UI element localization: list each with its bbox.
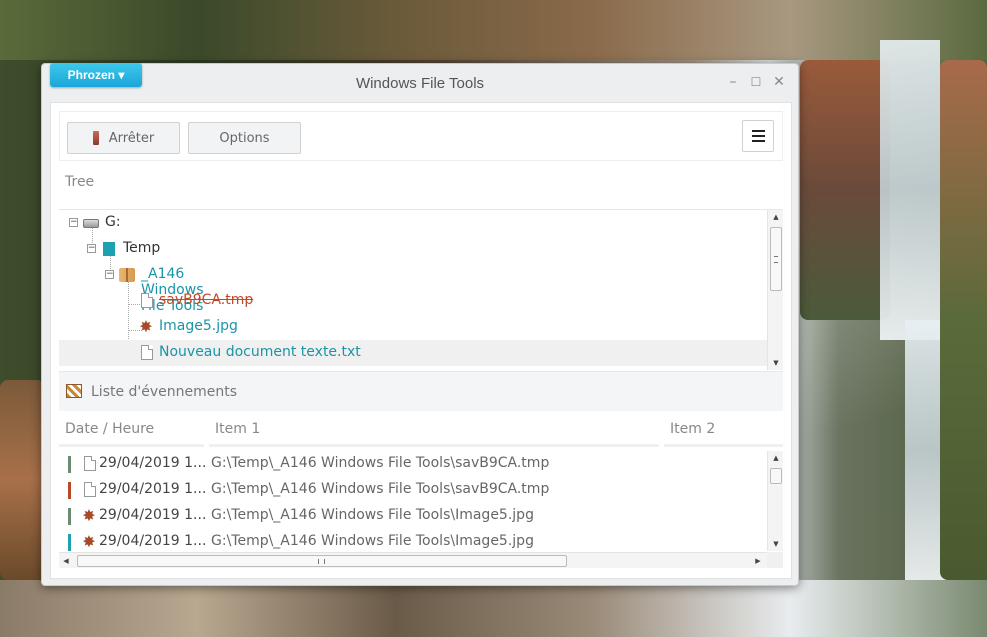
toolbar: Arrêter Options: [59, 111, 783, 161]
event-status-bar: [68, 508, 71, 525]
events-section-header: Liste d'évennements: [59, 371, 783, 411]
event-item1: G:\Temp\_A146 Windows File Tools\savB9CA…: [211, 455, 550, 471]
scroll-thumb[interactable]: [770, 468, 782, 484]
scrollbar-corner: [767, 552, 783, 568]
table-row[interactable]: ✸ 29/04/2019 1... G:\Temp\_A146 Windows …: [59, 503, 767, 529]
drive-icon: [83, 219, 99, 228]
stop-button-label: Arrêter: [108, 130, 155, 146]
event-date: 29/04/2019 1...: [99, 533, 207, 549]
collapse-icon[interactable]: −: [69, 218, 78, 227]
tree-vertical-scrollbar[interactable]: ▲ ▼: [767, 210, 783, 370]
tree-node-label: Temp: [123, 240, 161, 256]
image-icon: ✸: [82, 532, 96, 551]
image-icon: ✸: [139, 317, 153, 336]
tree-node-label: Image5.jpg: [159, 318, 238, 334]
tree-view[interactable]: − G: − Temp − _A146 Windows File Tools s…: [59, 209, 783, 371]
table-row[interactable]: 29/04/2019 1... G:\Temp\_A146 Windows Fi…: [59, 451, 767, 477]
tree-node-label: savB9CA.tmp: [159, 292, 254, 308]
hamburger-menu-button[interactable]: [742, 120, 774, 152]
maximize-button[interactable]: ☐: [748, 74, 764, 90]
event-item1: G:\Temp\_A146 Windows File Tools\Image5.…: [211, 507, 534, 523]
event-item1: G:\Temp\_A146 Windows File Tools\savB9CA…: [211, 481, 550, 497]
scroll-right-icon[interactable]: ▶: [751, 553, 765, 569]
events-vertical-scrollbar[interactable]: ▲ ▼: [767, 451, 783, 551]
file-icon: [84, 482, 96, 497]
phrozen-label: Phrozen ▾: [67, 68, 125, 82]
event-date: 29/04/2019 1...: [99, 455, 207, 471]
file-icon: [141, 345, 153, 360]
zip-folder-icon: [119, 268, 135, 282]
scroll-up-icon[interactable]: ▲: [768, 451, 784, 465]
event-status-bar: [68, 482, 71, 499]
title-bar[interactable]: Windows File Tools – ☐ ✕: [42, 64, 798, 102]
column-header-item2[interactable]: Item 2: [664, 411, 783, 447]
tree-section-label: Tree: [65, 174, 95, 190]
scroll-down-icon[interactable]: ▼: [768, 537, 784, 551]
file-icon: [84, 456, 96, 471]
events-section-label: Liste d'évennements: [91, 384, 238, 400]
event-list-icon: [66, 384, 82, 398]
folder-icon: [103, 242, 115, 256]
scroll-up-icon[interactable]: ▲: [768, 210, 784, 224]
event-status-bar: [68, 456, 71, 473]
options-button-label: Options: [219, 130, 270, 146]
collapse-icon[interactable]: −: [105, 270, 114, 279]
scroll-thumb[interactable]: [77, 555, 567, 567]
stop-button[interactable]: Arrêter: [67, 122, 180, 154]
close-button[interactable]: ✕: [771, 74, 787, 90]
phrozen-menu-button[interactable]: Phrozen ▾: [50, 63, 142, 87]
collapse-icon[interactable]: −: [87, 244, 96, 253]
file-icon: [141, 293, 153, 308]
event-date: 29/04/2019 1...: [99, 507, 207, 523]
event-date: 29/04/2019 1...: [99, 481, 207, 497]
stop-icon: [92, 131, 99, 145]
minimize-button[interactable]: –: [725, 74, 741, 90]
image-icon: ✸: [82, 506, 96, 525]
options-button[interactable]: Options: [188, 122, 301, 154]
column-header-item1[interactable]: Item 1: [209, 411, 659, 447]
column-header-date[interactable]: Date / Heure: [59, 411, 204, 447]
window-title: Windows File Tools: [355, 75, 485, 92]
event-status-bar: [68, 534, 71, 551]
scroll-left-icon[interactable]: ◀: [59, 553, 73, 569]
main-panel: Arrêter Options Tree − G: − Temp − _A146…: [50, 102, 792, 579]
event-item1: G:\Temp\_A146 Windows File Tools\Image5.…: [211, 533, 534, 549]
tree-node-nouveau-document[interactable]: Nouveau document texte.txt: [59, 340, 767, 366]
table-row[interactable]: 29/04/2019 1... G:\Temp\_A146 Windows Fi…: [59, 477, 767, 503]
scroll-down-icon[interactable]: ▼: [768, 356, 784, 370]
events-horizontal-scrollbar[interactable]: ◀ ▶: [59, 552, 767, 568]
hamburger-icon: [751, 130, 765, 132]
app-window: Windows File Tools – ☐ ✕ Arrêter Options…: [41, 63, 799, 586]
scroll-thumb[interactable]: [770, 227, 782, 291]
tree-node-label: G:: [105, 214, 121, 230]
tree-node-label: Nouveau document texte.txt: [159, 344, 361, 360]
